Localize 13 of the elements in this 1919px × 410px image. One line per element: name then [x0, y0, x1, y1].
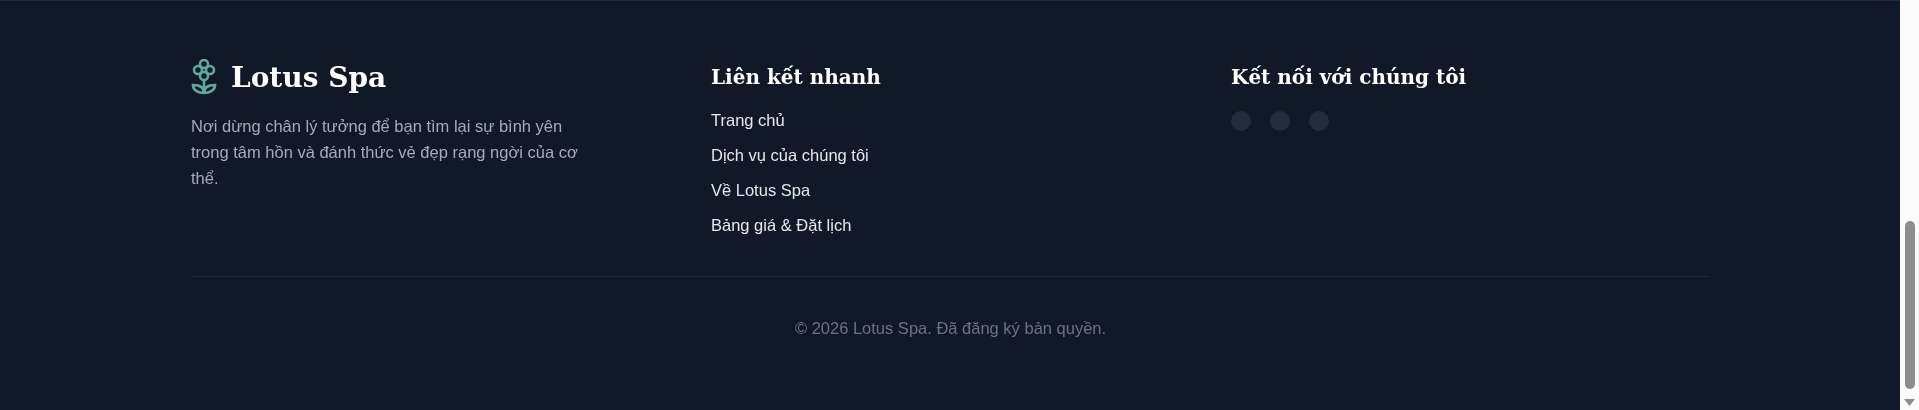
section-heading: Liên kết nhanh — [711, 65, 882, 89]
brand-name: Lotus Spa — [231, 60, 387, 94]
copyright-text: © 2026 Lotus Spa. Đã đăng ký bản quyền. — [793, 318, 1108, 338]
footer-link[interactable]: Trang chủ — [711, 109, 785, 131]
scroll-down-icon[interactable] — [1904, 399, 1915, 406]
flower-icon — [191, 59, 217, 95]
footer-link[interactable]: Dịch vụ của chúng tôi — [711, 144, 869, 166]
scrollbar-thumb[interactable] — [1905, 221, 1915, 389]
section-heading: Kết nối với chúng tôi — [1231, 65, 1468, 89]
footer-link[interactable]: Về Lotus Spa — [711, 179, 811, 201]
brand-description: Nơi dừng chân lý tưởng để bạn tìm lại sự bình yên trong tâm hồn và đánh thức vẻ đẹp rạng ngời của cơ thể. — [191, 116, 579, 189]
footer-link[interactable]: Bảng giá & Đặt lịch — [711, 214, 852, 236]
scrollbar[interactable] — [1900, 0, 1919, 410]
